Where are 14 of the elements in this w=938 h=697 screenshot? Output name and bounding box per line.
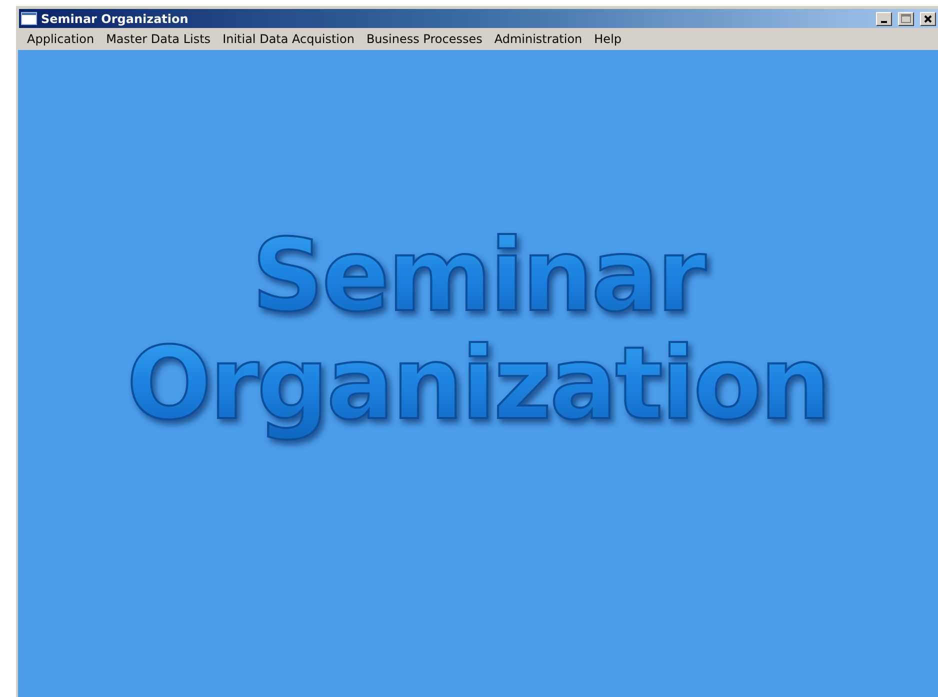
menu-item[interactable]: Help	[589, 30, 627, 48]
close-button[interactable]	[920, 12, 936, 26]
close-icon	[924, 14, 932, 22]
window-title: Seminar Organization	[41, 12, 190, 26]
maximize-button[interactable]	[898, 12, 914, 26]
window-icon	[21, 12, 37, 25]
maximize-icon	[901, 14, 911, 23]
menu-item[interactable]: Initial Data Acquistion	[218, 30, 360, 48]
menu-item[interactable]: Administration	[489, 30, 588, 48]
menu-item[interactable]: Application	[22, 30, 100, 48]
menu-item[interactable]: Master Data Lists	[101, 30, 216, 48]
minimize-icon	[881, 20, 887, 22]
menu-item[interactable]: Business Processes	[361, 30, 488, 48]
minimize-button[interactable]	[876, 12, 892, 26]
